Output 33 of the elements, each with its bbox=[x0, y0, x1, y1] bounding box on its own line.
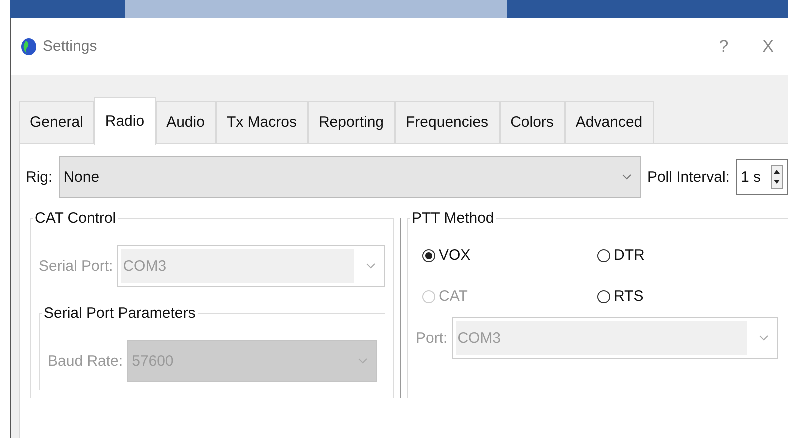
chevron-icon bbox=[622, 174, 632, 180]
chevron-icon bbox=[366, 263, 376, 269]
tab[interactable]: General bbox=[19, 101, 94, 143]
port-label: Port: bbox=[416, 330, 448, 346]
spin-arrows-icon bbox=[771, 165, 783, 189]
tab[interactable]: Advanced bbox=[564, 101, 654, 143]
rig-label: Rig: bbox=[26, 168, 53, 186]
radio-option[interactable]: VOX bbox=[422, 247, 597, 264]
rig-dropdown[interactable]: None bbox=[58, 156, 642, 198]
tab[interactable]: Colors bbox=[500, 101, 565, 143]
radio-option[interactable]: RTS bbox=[597, 288, 778, 305]
window-title: Settings bbox=[43, 38, 98, 55]
serial-port-label: Serial Port: bbox=[39, 258, 114, 274]
radio-empty-icon[interactable] bbox=[597, 290, 611, 304]
tab[interactable]: Frequencies bbox=[395, 101, 500, 143]
tab[interactable]: Radio bbox=[94, 97, 156, 145]
poll-interval-label: Poll Interval: bbox=[647, 168, 730, 186]
group-title: CAT Control bbox=[34, 210, 118, 227]
poll-interval-spinbox[interactable]: 1 s bbox=[736, 159, 788, 195]
baud-rate-label: Baud Rate: bbox=[48, 352, 124, 370]
close-button[interactable]: X bbox=[748, 36, 788, 56]
globe-icon bbox=[21, 38, 37, 56]
radio-option[interactable]: DTR bbox=[597, 247, 778, 264]
group-title: Serial Port Parameters bbox=[43, 305, 197, 322]
radio-empty-icon[interactable] bbox=[597, 248, 611, 262]
radio-selected-icon[interactable] bbox=[422, 248, 436, 262]
help-button[interactable]: ? bbox=[705, 36, 743, 56]
chevron-icon bbox=[759, 335, 769, 341]
tab[interactable]: Reporting bbox=[308, 101, 396, 143]
chevron-icon bbox=[358, 358, 368, 364]
group-title: PTT Method bbox=[411, 210, 496, 227]
tab[interactable]: Tx Macros bbox=[216, 101, 308, 143]
tab[interactable]: Audio bbox=[156, 101, 216, 143]
